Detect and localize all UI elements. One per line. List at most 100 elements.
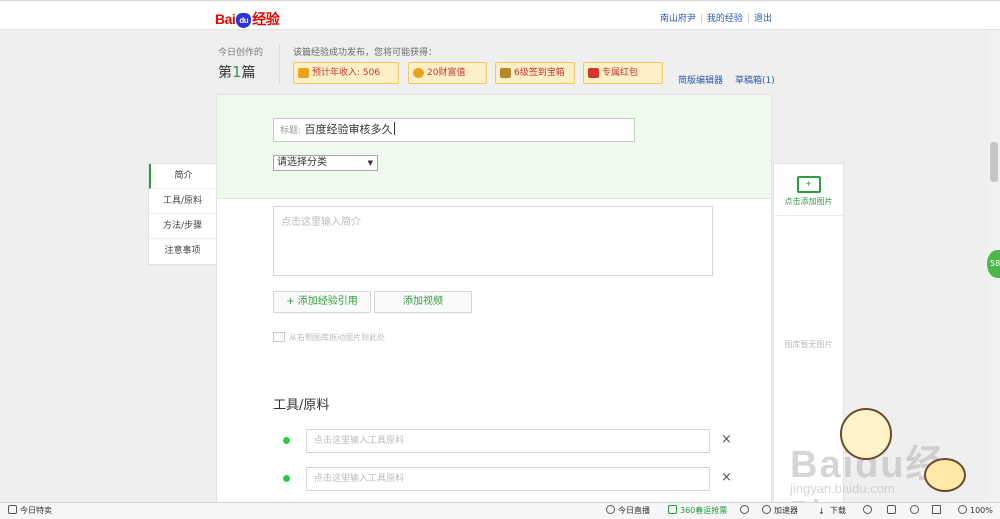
volume-icon[interactable] [932,503,944,519]
simple-editor-link[interactable]: 简版编辑器 [678,76,723,86]
live-label: 今日直播 [618,506,650,515]
my-experience-link[interactable]: 我的经验 [707,14,743,24]
no-image-text: 图库暂无图片 [784,340,833,349]
accelerator-item[interactable]: 加速器 [762,503,798,519]
title-label: 标题: [280,126,302,136]
title-area: 标题: 百度经验审核多久 请选择分类 ▼ [217,95,771,199]
accelerator-icon [762,505,771,514]
gift-icon [8,505,17,514]
reward-wealth-badge[interactable]: 20财富值 [408,62,487,84]
tool-icon[interactable] [740,503,752,519]
coin-icon [413,68,424,78]
logo-text: Bai [215,11,236,27]
tool-row: 点击这里输入工具原料 × [283,429,743,453]
count-suffix: 篇 [241,65,256,81]
reward-text: 20财富值 [427,68,466,78]
dropdown-arrow-icon: ▼ [367,159,373,167]
today-label: 今日创作的 [218,48,264,58]
watermark-sub: jingyan.baidu.com [790,481,895,496]
speaker-icon [932,505,941,514]
drag-hint-text: 从右侧图库拖动图片到此处 [289,333,385,342]
brightness-icon[interactable] [910,503,922,519]
screenshot-icon-shape [887,505,896,514]
logo-suffix: 经验 [252,11,280,27]
reward-income-badge[interactable]: 预计年收入: 506 [293,62,399,84]
nav-item-intro[interactable]: 简介 [149,164,216,189]
ticket-item[interactable]: 360春运抢票 [668,503,727,519]
extension-icon-shape [863,505,872,514]
reward-text: 专属红包 [602,68,639,78]
count-value: 1 [232,63,242,81]
red-packet-icon [588,68,599,78]
section-nav: 简介 工具/原料 方法/步骤 注意事项 [148,163,217,265]
category-value: 请选择分类 [277,157,327,168]
live-item[interactable]: 今日直播 [606,503,650,519]
browser-statusbar: 今日特卖 今日直播 360春运抢票 加速器 ↓ 下载 100% [0,502,1000,519]
accelerator-label: 加速器 [774,506,798,515]
title-input[interactable]: 标题: 百度经验审核多久 [273,118,635,142]
drafts-link[interactable]: 草稿箱(1) [735,76,775,86]
income-icon [298,68,309,78]
separator: | [746,14,750,24]
reward-chest-badge[interactable]: 6级签到宝箱 [495,62,575,84]
zoom-icon [958,505,967,514]
reward-text: 6级签到宝箱 [514,68,565,78]
tool-input[interactable]: 点击这里输入工具原料 [306,467,710,491]
reward-text: 预计年收入: 506 [312,68,381,78]
today-count: 第1篇 [218,62,256,82]
ticket-label: 360春运抢票 [680,506,728,515]
tools-section-title: 工具/原料 [273,398,330,413]
baidu-paw-icon: du [236,13,252,28]
add-image-button[interactable]: + 点击添加图片 [774,164,843,216]
add-image-label: 点击添加图片 [784,197,833,206]
scrollbar-thumb[interactable] [990,142,998,182]
tool-row: 点击这里输入工具原料 × [283,467,743,491]
add-video-button[interactable]: 添加视频 [374,291,472,313]
drag-hint: 从右侧图库拖动图片到此处 [273,332,385,343]
editor-links: 简版编辑器 草稿箱(1) [678,73,787,86]
username-link[interactable]: 南山府尹 [660,14,696,24]
zoom-label: 100% [970,506,993,515]
intro-textarea[interactable]: 点击这里输入简介 [273,206,713,276]
title-value: 百度经验审核多久 [304,123,393,136]
download-label: 下载 [830,506,846,515]
reward-label: 该篇经验成功发布，您将可能获得： [293,48,438,58]
screenshot-icon[interactable] [887,503,899,519]
category-select[interactable]: 请选择分类 ▼ [273,155,378,171]
separator: | [699,14,703,24]
bullet-dot [283,475,290,482]
sun-icon [910,505,919,514]
refresh-icon [740,505,749,514]
download-icon: ↓ [818,507,825,516]
extension-icon[interactable] [863,503,875,519]
add-image-icon: + [796,176,821,193]
mascot-icon [840,408,892,460]
baidu-jingyan-logo[interactable]: Bai du 经验 [215,9,280,29]
tool-input[interactable]: 点击这里输入工具原料 [306,429,710,453]
play-icon [606,505,615,514]
download-item[interactable]: ↓ 下载 [818,503,846,519]
float-badge[interactable]: 58 [987,250,1000,278]
nav-item-tools[interactable]: 工具/原料 [149,189,216,214]
divider [279,44,280,84]
logout-link[interactable]: 退出 [754,14,772,24]
delete-icon[interactable]: × [721,432,732,447]
nav-item-steps[interactable]: 方法/步骤 [149,214,216,239]
daily-deals-label: 今日特卖 [20,506,52,515]
editor-panel: 标题: 百度经验审核多久 请选择分类 ▼ 点击这里输入简介 + 添加经验引用 添… [216,94,772,519]
image-icon [273,332,285,342]
treasure-chest-icon [500,68,511,78]
mascot-gift-icon [924,458,966,492]
add-quote-button[interactable]: + 添加经验引用 [273,291,371,313]
top-header: Bai du 经验 南山府尹 | 我的经验 | 退出 [0,0,1000,30]
user-links: 南山府尹 | 我的经验 | 退出 [660,11,772,24]
count-prefix: 第 [218,65,232,81]
zoom-item[interactable]: 100% [958,503,993,519]
bullet-dot [283,437,290,444]
phone-icon [668,505,677,514]
delete-icon[interactable]: × [721,470,732,485]
daily-deals-item[interactable]: 今日特卖 [8,503,52,519]
nav-item-notes[interactable]: 注意事项 [149,239,216,264]
reward-redpacket-badge[interactable]: 专属红包 [583,62,663,84]
text-cursor [393,122,395,135]
